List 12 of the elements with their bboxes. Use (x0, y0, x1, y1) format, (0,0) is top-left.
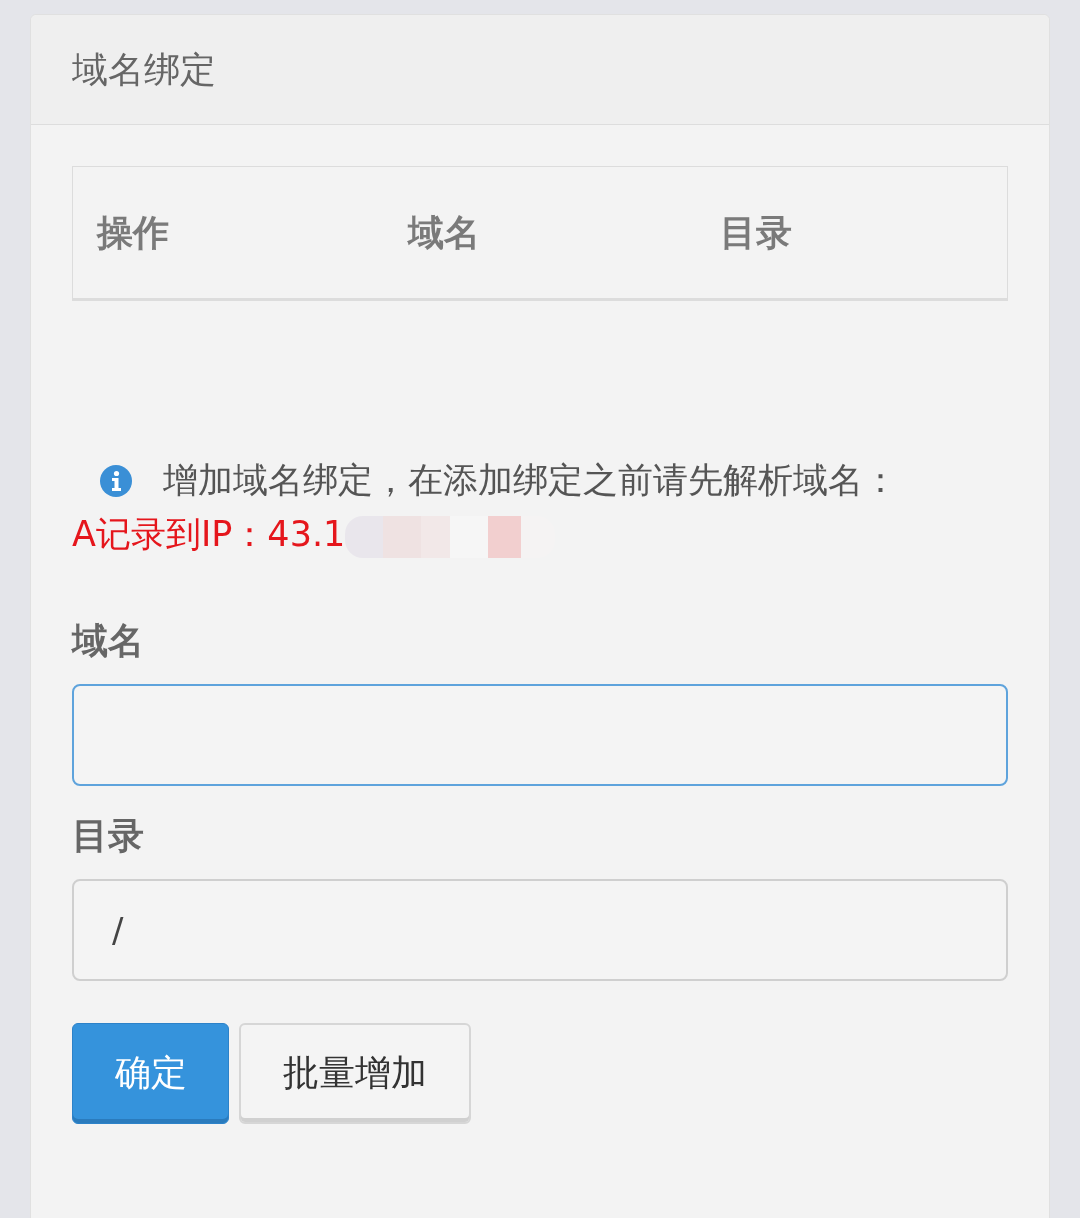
panel-title: 域名绑定 (72, 47, 216, 92)
column-header: 域名 (408, 210, 481, 255)
field-label: 目录 (72, 814, 144, 858)
field-label: 域名 (72, 619, 144, 663)
notice-text: 增加域名绑定，在添加绑定之前请先解析域名： (163, 460, 898, 500)
batch-add-button[interactable]: 批量增加 (239, 1023, 471, 1124)
text-field[interactable] (72, 684, 1008, 786)
column-header: 目录 (719, 210, 792, 255)
text-field[interactable]: / (72, 879, 1008, 981)
ip-record-text: A记录到IP：43.1 (72, 513, 346, 556)
info-icon (100, 465, 132, 497)
column-header: 操作 (97, 210, 169, 255)
